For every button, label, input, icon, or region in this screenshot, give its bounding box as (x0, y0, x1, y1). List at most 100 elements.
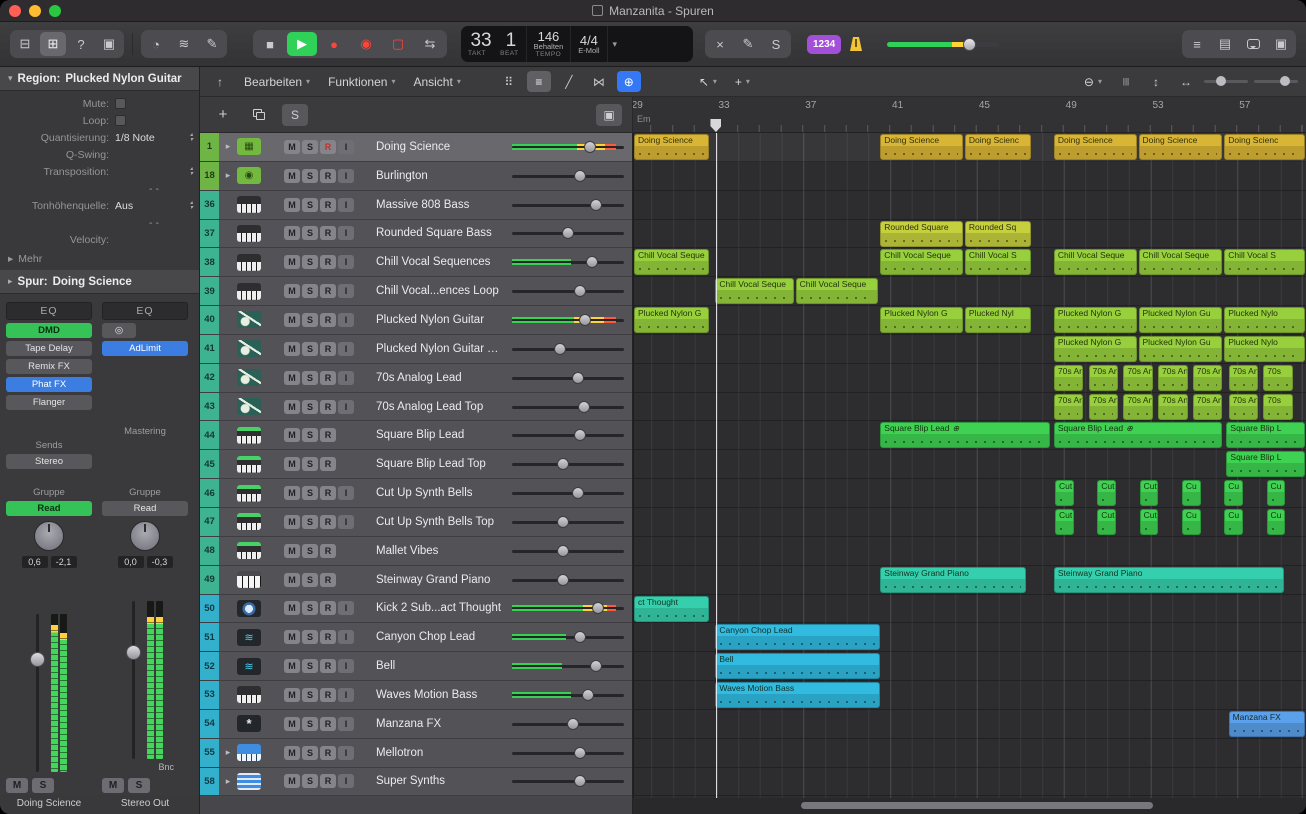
region[interactable]: 70s Ana (1229, 365, 1258, 391)
transpose-stepper[interactable]: ▴▾ (190, 167, 193, 177)
mute-button[interactable]: M (284, 601, 300, 615)
volume-knob[interactable] (586, 256, 598, 268)
region[interactable]: Plucked Nyl (965, 307, 1031, 333)
region[interactable]: Chill Vocal Seque (715, 278, 793, 304)
track-lane[interactable]: 70s Ana70s Ana70s Ana70s Ana70s Ana70s A… (634, 364, 1306, 393)
crossfade-tool-icon[interactable]: ╱ (557, 71, 581, 92)
track-header[interactable]: 44MSRSquare Blip Lead (200, 421, 632, 450)
horizontal-scrollbar[interactable] (801, 802, 1153, 809)
eq-thumbnail[interactable]: EQ (6, 302, 92, 320)
mute-button[interactable]: M (284, 774, 300, 788)
volume-knob[interactable] (574, 775, 586, 787)
record-button[interactable]: ● (319, 32, 349, 56)
region[interactable]: Cu (1224, 480, 1243, 506)
input-monitoring-button[interactable]: I (338, 169, 354, 183)
disclosure-triangle-icon[interactable]: ▸ (222, 776, 234, 787)
region[interactable]: 70s Ana (1193, 394, 1222, 420)
track-header[interactable]: 37MSRIRounded Square Bass (200, 220, 632, 249)
track-number-tab[interactable]: 1 (200, 133, 219, 161)
volume-knob[interactable] (574, 631, 586, 643)
insert-slot[interactable]: Tape Delay (6, 341, 92, 356)
track-lane[interactable]: Chill Vocal SequeChill Vocal SequeChill … (634, 248, 1306, 277)
input-monitoring-button[interactable]: I (338, 226, 354, 240)
grid-view-icon[interactable]: ⠿ (497, 71, 521, 92)
track-lane[interactable]: Plucked Nylon GPlucked Nylon GuPlucked N… (634, 335, 1306, 364)
master-volume-slider[interactable] (887, 37, 999, 51)
region[interactable]: Doing Scienc (965, 134, 1031, 160)
browser-icon[interactable]: ▣ (1268, 32, 1294, 56)
volume-knob[interactable] (579, 314, 591, 326)
input-monitoring-button[interactable]: I (338, 255, 354, 269)
input-monitoring-button[interactable]: I (338, 688, 354, 702)
global-solo-button[interactable]: S (282, 104, 308, 126)
region[interactable]: Plucked Nylo (1224, 307, 1304, 333)
volume-knob[interactable] (574, 747, 586, 759)
note-pads-icon[interactable]: ▤ (1212, 32, 1238, 56)
region[interactable]: Manzana FX (1229, 711, 1305, 737)
region[interactable]: Plucked Nylon Gu (1139, 307, 1223, 333)
mute-button[interactable]: M (284, 342, 300, 356)
solo-button[interactable]: S (302, 284, 318, 298)
record-enable-button[interactable]: R (320, 573, 336, 587)
track-header[interactable]: 53MSRIWaves Motion Bass (200, 681, 632, 710)
mute-button[interactable]: M (284, 486, 300, 500)
solo-button[interactable]: S (302, 428, 318, 442)
toolbar-toggle-icon[interactable]: ▣ (96, 32, 122, 56)
region[interactable]: Cu (1182, 480, 1201, 506)
catch-playhead-icon[interactable]: ↑ (208, 71, 232, 92)
mute-button[interactable]: M (284, 573, 300, 587)
track-number-tab[interactable]: 49 (200, 566, 219, 594)
chat-bubble-icon[interactable] (1240, 32, 1266, 56)
region[interactable]: Cut (1140, 480, 1159, 506)
region[interactable]: Doing Scienc (1224, 134, 1304, 160)
input-monitoring-button[interactable]: I (338, 198, 354, 212)
region[interactable]: 70s Ana (1089, 365, 1118, 391)
region[interactable]: Square Blip L (1226, 451, 1304, 477)
track-header[interactable]: 41MSRIPlucked Nylon Guitar Top (200, 335, 632, 364)
solo-button[interactable]: S (302, 400, 318, 414)
track-number-tab[interactable]: 18 (200, 162, 219, 190)
quick-help-icon[interactable]: ? (68, 32, 94, 56)
track-volume-slider[interactable] (510, 225, 626, 241)
solo-button[interactable]: S (302, 313, 318, 327)
track-volume-slider[interactable] (510, 543, 626, 559)
volume-knob[interactable] (582, 689, 594, 701)
add-track-button[interactable]: + (210, 104, 236, 126)
loop-checkbox[interactable] (115, 115, 126, 126)
region[interactable]: Doing Science (880, 134, 963, 160)
solo-button[interactable]: S (302, 342, 318, 356)
track-inspector-header[interactable]: ▸ Spur: Doing Science (0, 270, 199, 294)
track-lane[interactable]: Plucked Nylon GPlucked Nylon GPlucked Ny… (634, 306, 1306, 335)
region[interactable]: ct Thought (634, 596, 709, 622)
track-number-tab[interactable]: 55 (200, 739, 219, 767)
marquee-tool-icon[interactable]: ⋈ (587, 71, 611, 92)
editors-pencil-icon[interactable]: ✎ (199, 32, 225, 56)
stereo-format-icon[interactable]: ◎ (102, 323, 136, 338)
track-lane[interactable]: Waves Motion Bass (634, 681, 1306, 710)
input-monitoring-button[interactable]: I (338, 400, 354, 414)
volume-value[interactable]: -2,1 (51, 556, 77, 568)
region[interactable]: Doing Science (1054, 134, 1137, 160)
mute-button[interactable]: M (284, 226, 300, 240)
insert-slot[interactable]: Phat FX (6, 377, 92, 392)
track-number-tab[interactable]: 45 (200, 450, 219, 478)
playhead[interactable] (716, 133, 717, 798)
record-enable-button[interactable]: R (320, 544, 336, 558)
region[interactable]: 70s Ana (1158, 394, 1187, 420)
track-number-tab[interactable]: 46 (200, 479, 219, 507)
track-volume-slider[interactable] (510, 341, 626, 357)
pitch-source-value[interactable]: Aus (115, 200, 133, 212)
track-volume-slider[interactable] (510, 312, 626, 328)
mute-button[interactable]: M (6, 778, 28, 793)
track-lane[interactable] (634, 162, 1306, 191)
insert-slot[interactable]: Flanger (6, 395, 92, 410)
track-number-tab[interactable]: 42 (200, 364, 219, 392)
volume-knob[interactable] (557, 574, 569, 586)
track-volume-slider[interactable] (510, 427, 626, 443)
mute-checkbox[interactable] (115, 98, 126, 109)
record-enable-button[interactable]: R (320, 515, 336, 529)
region[interactable]: Cut (1055, 480, 1074, 506)
region[interactable]: Steinway Grand Piano (880, 567, 1026, 593)
input-monitoring-button[interactable]: I (338, 659, 354, 673)
horizontal-zoom-slider[interactable] (1254, 80, 1298, 83)
